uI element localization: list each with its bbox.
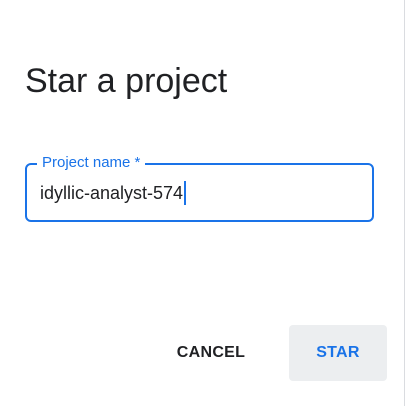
project-name-input[interactable] [40,180,360,206]
star-project-dialog: Star a project Project name * CANCEL STA… [0,0,404,406]
project-name-field[interactable]: Project name * [25,154,374,222]
cancel-button[interactable]: CANCEL [155,325,267,381]
dialog-title: Star a project [25,62,228,100]
project-name-label: Project name * [37,154,146,172]
background-panel-edge [404,0,416,406]
star-button[interactable]: STAR [289,325,387,381]
text-cursor [184,181,187,205]
